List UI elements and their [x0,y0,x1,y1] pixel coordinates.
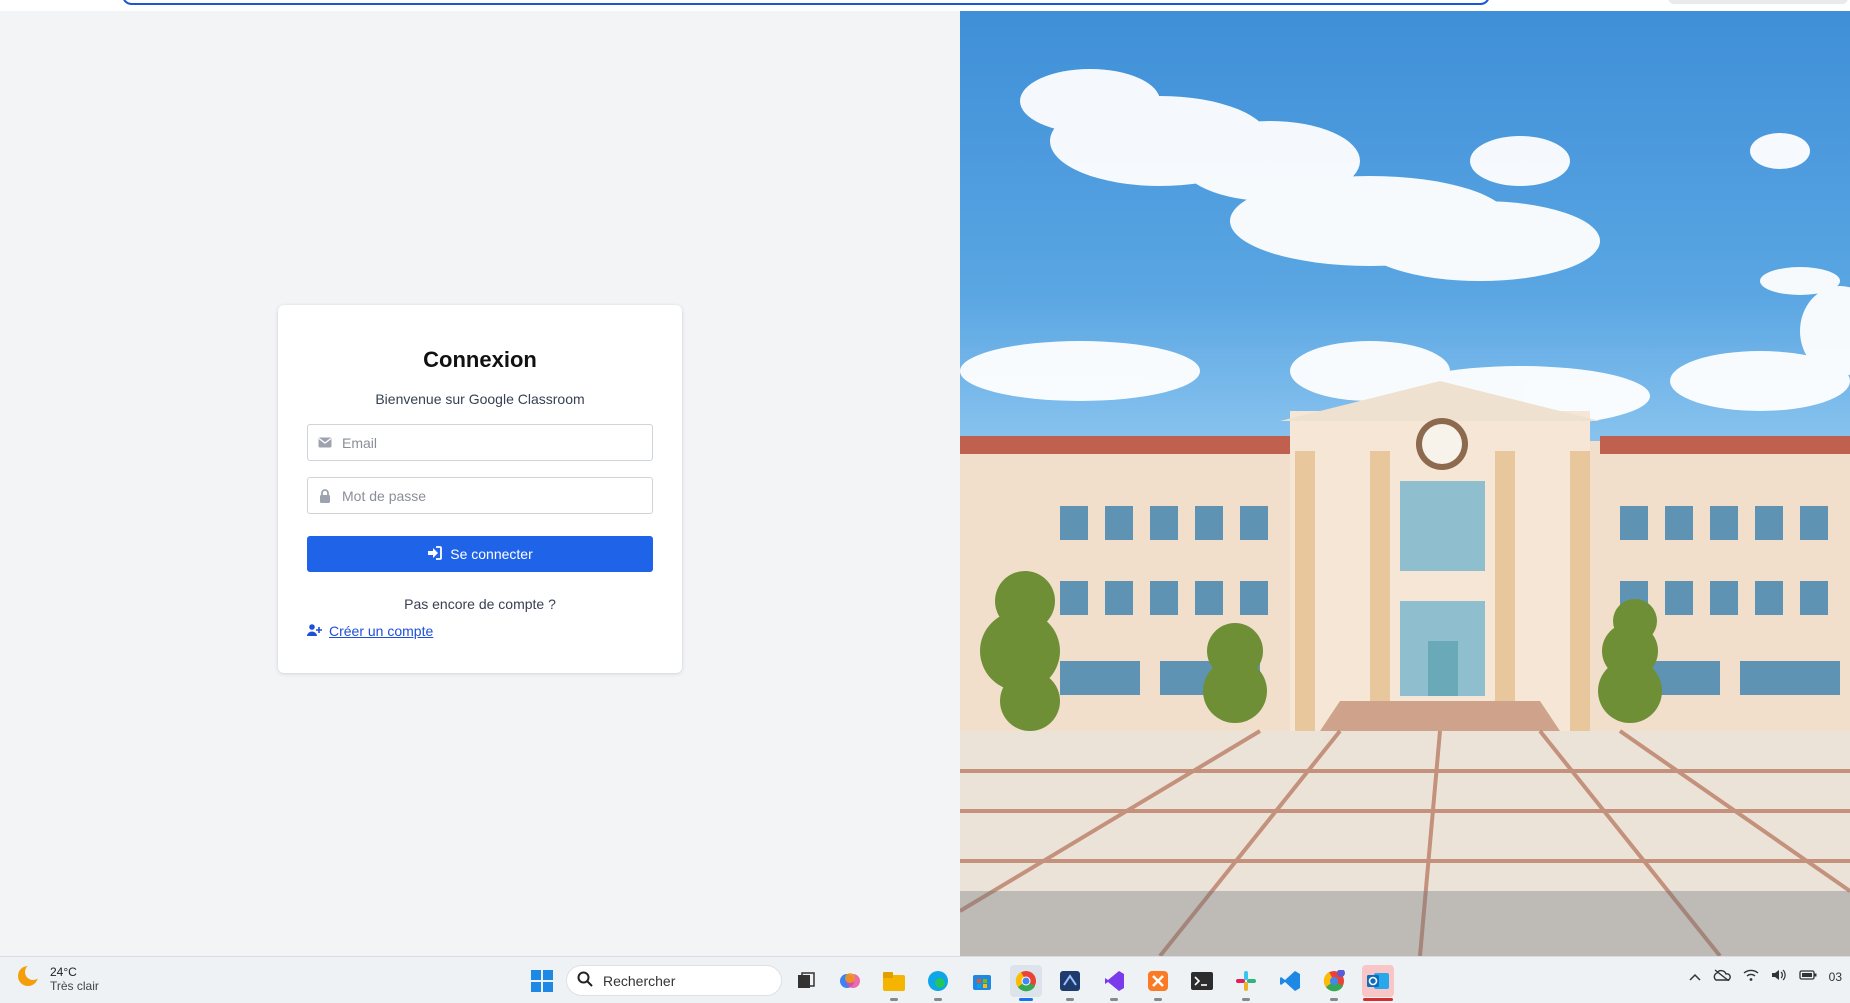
login-subtitle: Bienvenue sur Google Classroom [375,391,585,407]
password-field[interactable] [307,477,653,514]
school-illustration [960,11,1850,956]
envelope-icon [308,437,342,448]
copilot-icon[interactable] [834,965,866,997]
browser-toolbar-pill[interactable] [1668,0,1848,4]
address-bar[interactable] [122,0,1490,5]
outlook-icon[interactable] [1362,965,1394,1001]
taskbar: 24°C Très clair Rechercher 03 [0,956,1850,1003]
volume-icon[interactable] [1771,969,1787,984]
vscode-icon[interactable] [1274,965,1306,997]
task-view-icon[interactable] [790,965,822,997]
search-placeholder: Rechercher [603,972,676,989]
wifi-icon[interactable] [1743,969,1759,984]
login-button-label: Se connecter [450,546,533,562]
sign-in-icon [427,545,443,563]
weather-condition: Très clair [50,978,99,993]
email-input[interactable] [342,434,642,451]
store-icon[interactable] [966,965,998,997]
create-account-link-row[interactable]: Créer un compte [307,623,433,639]
weather-widget[interactable]: 24°C Très clair [16,964,99,993]
browser-top-strip [0,0,1850,11]
taskbar-search[interactable]: Rechercher [566,965,782,996]
windows-start-icon[interactable] [526,965,558,997]
chevron-up-icon[interactable] [1689,970,1701,984]
onedrive-offline-icon[interactable] [1713,969,1731,984]
chrome-profile-icon[interactable] [1318,965,1350,1001]
chrome-icon[interactable] [1010,965,1042,1001]
clock-text[interactable]: 03 [1829,970,1842,984]
edge-icon[interactable] [922,965,954,1001]
search-icon [577,971,593,990]
slack-icon[interactable] [1230,965,1262,1001]
weather-temp: 24°C [50,964,77,979]
terminal-icon[interactable] [1186,965,1218,997]
login-card: Connexion Bienvenue sur Google Classroom… [278,305,682,673]
battery-icon[interactable] [1798,969,1817,984]
weather-moon-icon [16,964,41,993]
create-account-link[interactable]: Créer un compte [329,623,433,639]
file-explorer-icon[interactable] [878,965,910,1001]
app-icon[interactable] [1054,965,1086,1001]
no-account-text: Pas encore de compte ? [404,596,556,612]
lock-icon [308,488,342,503]
password-input[interactable] [342,487,642,504]
system-tray: 03 [1689,969,1850,984]
email-field[interactable] [307,424,653,461]
login-button[interactable]: Se connecter [307,536,653,572]
login-panel: Connexion Bienvenue sur Google Classroom… [0,11,960,956]
user-plus-icon [307,623,322,639]
xampp-icon[interactable] [1142,965,1174,1001]
visual-studio-icon[interactable] [1098,965,1130,1001]
page-title: Connexion [423,347,537,372]
